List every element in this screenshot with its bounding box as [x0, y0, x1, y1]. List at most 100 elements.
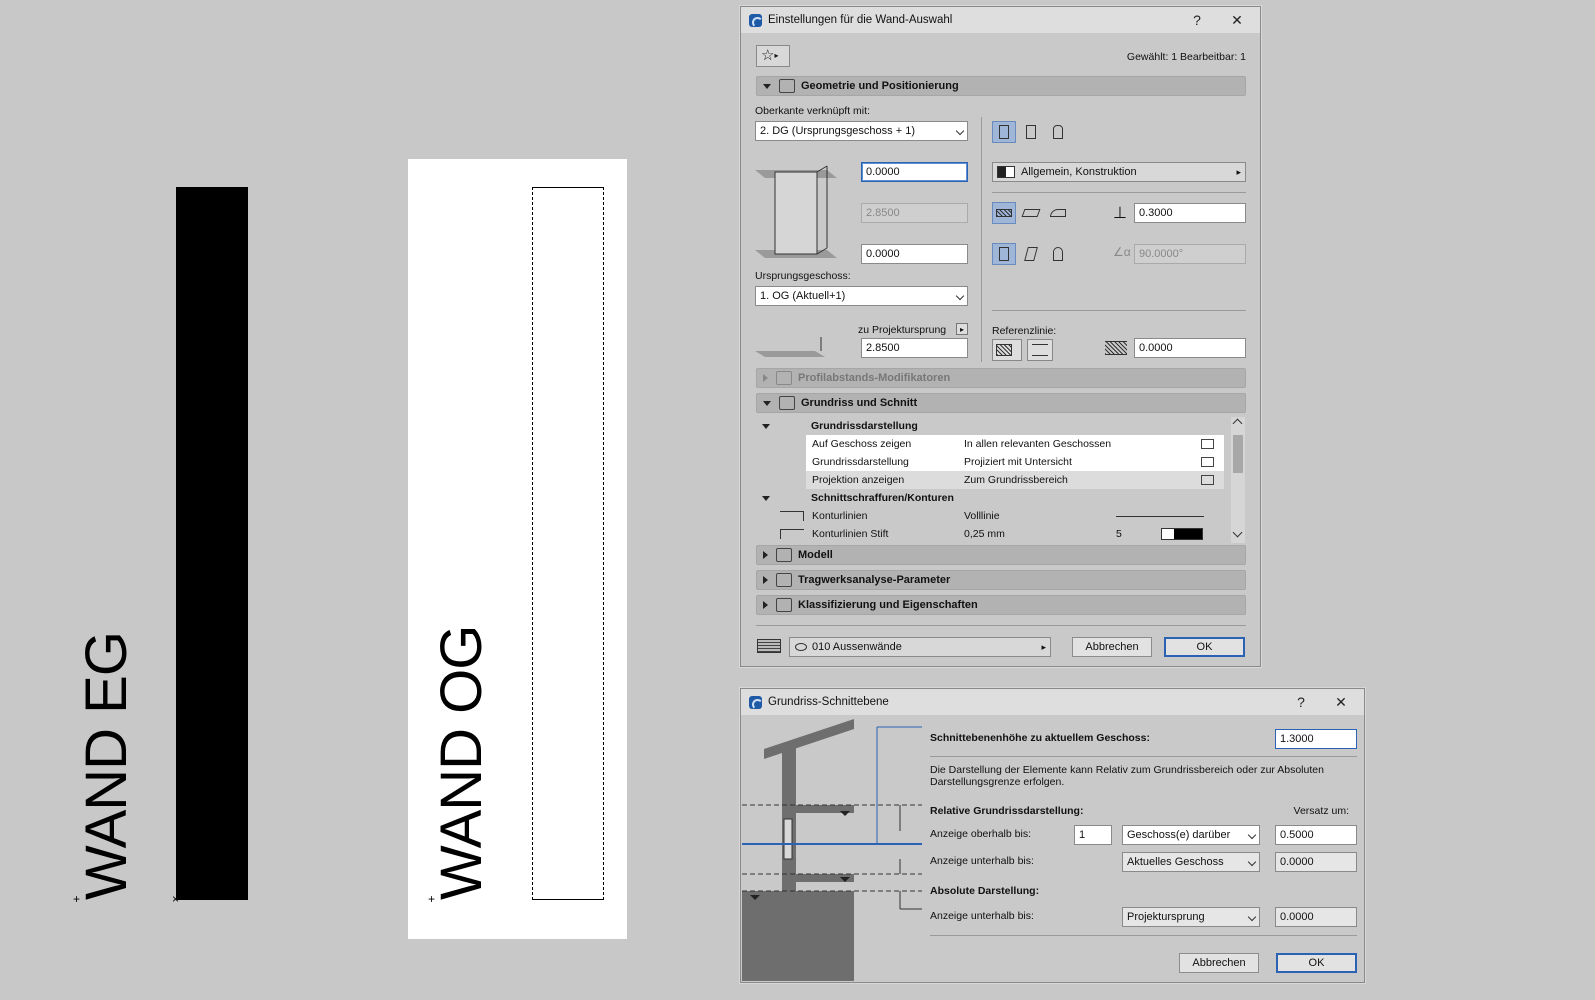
wall-layered-button[interactable]: [1019, 121, 1043, 143]
eye-icon: [795, 643, 807, 651]
double-slanted-icon: [1053, 247, 1063, 261]
top-offset-input[interactable]: 0.0000: [861, 162, 968, 182]
cut-height-label: Schnittebenenhöhe zu aktuellem Geschoss:: [930, 732, 1150, 744]
above-count-input[interactable]: 1: [1074, 825, 1112, 845]
home-story-label: Ursprungsgeschoss:: [755, 270, 851, 282]
flip-wall-button[interactable]: [1027, 339, 1053, 361]
top-linked-select[interactable]: 2. DG (Ursprungsgeschoss + 1): [755, 121, 968, 141]
project-zero-input[interactable]: 2.8500: [861, 338, 968, 358]
list-row-floor-plan-display[interactable]: Grundrissdarstellung Projiziert mit Unte…: [806, 453, 1224, 471]
wall-dialog-titlebar[interactable]: Einstellungen für die Wand-Auswahl ? ✕: [741, 7, 1260, 33]
wall-og-outline[interactable]: [532, 187, 604, 900]
reference-line-button[interactable]: [992, 339, 1022, 361]
list-row-contour-lines[interactable]: Konturlinien Volllinie: [756, 507, 1231, 525]
abs-below-offset-input[interactable]: 0.0000: [1275, 907, 1357, 927]
cut-height-input[interactable]: 1.3000: [1275, 729, 1357, 749]
slanted-icon: [1021, 209, 1041, 217]
close-button[interactable]: ✕: [1226, 10, 1248, 30]
scroll-up-icon[interactable]: [1232, 418, 1243, 429]
wall-eg-fill[interactable]: [176, 187, 248, 900]
label-corner-mark: +: [73, 892, 81, 906]
contour-line-icon: [780, 511, 804, 521]
wall-trapezoid-button[interactable]: [1046, 202, 1070, 224]
scroll-thumb[interactable]: [1233, 435, 1243, 473]
cut-cancel-button[interactable]: Abbrechen: [1179, 953, 1259, 973]
ok-button[interactable]: OK: [1164, 637, 1245, 657]
building-material-select[interactable]: Allgemein, Konstruktion ▸: [992, 162, 1246, 182]
wall-double-inclined-button[interactable]: [1046, 243, 1070, 265]
cancel-button[interactable]: Abbrechen: [1072, 637, 1152, 657]
floor-plan-section-header[interactable]: Grundriss und Schnitt: [756, 393, 1246, 413]
pen-icon: [780, 529, 804, 539]
thickness-input[interactable]: 0.3000: [1134, 203, 1246, 223]
list-row-show-projection[interactable]: Projektion anzeigen Zum Grundrissbereich: [806, 471, 1224, 489]
stories-icon: [1201, 439, 1214, 449]
above-offset-input[interactable]: 0.5000: [1275, 825, 1357, 845]
material-swatch-icon: [997, 166, 1015, 178]
list-scrollbar[interactable]: [1231, 417, 1245, 543]
above-stories-select[interactable]: Geschoss(e) darüber: [1122, 825, 1260, 845]
below-stories-select[interactable]: Aktuelles Geschoss: [1122, 852, 1260, 872]
wall-slanted-button[interactable]: [1019, 202, 1043, 224]
group-cut-fills-contours[interactable]: Schnittschraffuren/Konturen: [756, 489, 1231, 507]
straight-wall-icon: [999, 125, 1009, 139]
wall-inclined-button[interactable]: [1019, 243, 1043, 265]
floor-plan-display-icon: [1201, 457, 1214, 467]
cut-dialog-title: Grundriss-Schnittebene: [768, 696, 889, 708]
expand-icon: [763, 576, 768, 584]
close-button[interactable]: ✕: [1330, 692, 1352, 712]
classification-section-header[interactable]: Klassifizierung und Eigenschaften: [756, 595, 1246, 615]
wall-eg-label[interactable]: WAND EG: [74, 632, 139, 900]
wall-og-label[interactable]: WAND OG: [429, 626, 494, 900]
help-button[interactable]: ?: [1290, 692, 1312, 712]
angle-icon: ∠α: [1113, 245, 1131, 259]
wall-dialog-title: Einstellungen für die Wand-Auswahl: [768, 14, 953, 26]
below-offset-input[interactable]: 0.0000: [1275, 852, 1357, 872]
reference-line-icon: [996, 344, 1012, 356]
scroll-down-icon[interactable]: [1232, 527, 1243, 538]
profile-modifiers-header[interactable]: Profilabstands-Modifikatoren: [756, 368, 1246, 388]
reference-offset-input[interactable]: 0.0000: [1134, 338, 1246, 358]
expand-icon: [763, 601, 768, 609]
wall-vertical-button[interactable]: [992, 243, 1016, 265]
cut-dialog-titlebar[interactable]: Grundriss-Schnittebene ? ✕: [741, 689, 1364, 715]
archicad-icon: [749, 695, 763, 710]
help-button[interactable]: ?: [1186, 10, 1208, 30]
cut-ok-button[interactable]: OK: [1276, 953, 1357, 973]
chevron-down-icon: [1247, 857, 1257, 867]
trapezoid-icon: [1050, 209, 1066, 217]
bottom-offset-input[interactable]: 0.0000: [861, 244, 968, 264]
list-row-contour-pen[interactable]: Konturlinien Stift 0,25 mm 5: [756, 525, 1231, 543]
group-floor-plan-display[interactable]: Grundrissdarstellung: [756, 417, 1231, 435]
collapse-icon: [763, 400, 771, 406]
collapse-icon: [762, 495, 770, 501]
wall-height-input[interactable]: 2.8500: [861, 203, 968, 223]
structural-icon: [776, 573, 792, 587]
abs-below-select[interactable]: Projektursprung: [1122, 907, 1260, 927]
arrow-right-icon: ▸: [1236, 167, 1241, 177]
geometry-section-header[interactable]: Geometrie und Positionierung: [756, 76, 1246, 96]
floor-plan-icon: [779, 396, 795, 410]
structural-section-header[interactable]: Tragwerksanalyse-Parameter: [756, 570, 1246, 590]
chevron-down-icon: [1247, 830, 1257, 840]
reference-line-label: Referenzlinie:: [992, 325, 1057, 337]
wall-basic-button[interactable]: [992, 202, 1016, 224]
to-project-zero-label: zu Projektursprung: [858, 324, 947, 336]
project-zero-arrow-button[interactable]: ▸: [956, 323, 968, 335]
abs-show-below-label: Anzeige unterhalb bis:: [930, 910, 1034, 922]
layer-select[interactable]: 010 Aussenwände ▸: [789, 637, 1051, 657]
collapse-icon: [763, 83, 771, 89]
angle-input[interactable]: 90.0000°: [1134, 244, 1246, 264]
wall-profile-button[interactable]: [1046, 121, 1070, 143]
home-story-select[interactable]: 1. OG (Aktuell+1): [755, 286, 968, 306]
collapse-icon: [762, 423, 770, 429]
projection-icon: [1201, 475, 1214, 485]
arrow-right-icon: ▸: [1041, 642, 1046, 652]
list-row-show-on-stories[interactable]: Auf Geschoss zeigen In allen relevanten …: [806, 435, 1224, 453]
favorites-button[interactable]: ☆▸: [756, 45, 790, 67]
archicad-icon: [749, 13, 763, 28]
wall-straight-button[interactable]: [992, 121, 1016, 143]
project-zero-diagram: [755, 337, 825, 357]
model-section-header[interactable]: Modell: [756, 545, 1246, 565]
layer-icon: [757, 639, 781, 653]
